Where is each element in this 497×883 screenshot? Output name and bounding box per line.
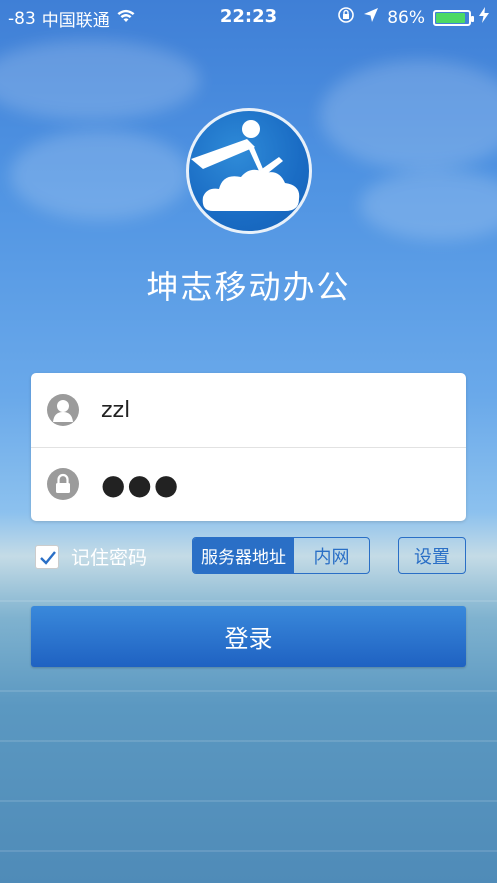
remember-password[interactable]: 记住密码 xyxy=(35,543,147,570)
background-cloud xyxy=(10,130,190,220)
app-title: 坤志移动办公 xyxy=(146,268,351,306)
user-icon xyxy=(47,394,79,426)
app-logo xyxy=(186,108,312,234)
water-ripple xyxy=(0,800,497,802)
battery-percent: 86% xyxy=(387,7,425,28)
username-row[interactable]: zzl xyxy=(31,373,466,448)
charging-bolt-icon xyxy=(479,7,489,28)
login-form: zzl ●●● xyxy=(31,373,466,521)
remember-label: 记住密码 xyxy=(71,547,148,569)
lock-icon xyxy=(47,468,79,500)
logo-figure-icon xyxy=(191,120,300,211)
username-field[interactable]: zzl xyxy=(101,398,130,423)
battery-fill xyxy=(436,12,466,23)
remember-checkbox[interactable] xyxy=(35,544,59,569)
battery-icon xyxy=(433,9,474,26)
background-cloud xyxy=(320,60,497,170)
water-ripple xyxy=(0,690,497,692)
status-bar: -83 中国联通 22:23 86% xyxy=(0,0,497,34)
status-right: 86% xyxy=(337,6,489,29)
server-selector: 服务器地址 内网 xyxy=(192,537,370,574)
login-button[interactable]: 登录 xyxy=(31,606,466,667)
server-address-label: 服务器地址 xyxy=(193,538,294,573)
settings-button[interactable]: 设置 xyxy=(398,537,466,574)
background-cloud xyxy=(0,40,200,120)
water-ripple xyxy=(0,850,497,852)
water-ripple xyxy=(0,600,497,602)
location-arrow-icon xyxy=(363,7,379,28)
password-field[interactable]: ●●● xyxy=(101,468,180,501)
server-mode-button[interactable]: 内网 xyxy=(294,538,369,573)
water-ripple xyxy=(0,740,497,742)
rotation-lock-icon xyxy=(337,6,355,29)
checkmark-icon xyxy=(40,550,56,565)
background-cloud xyxy=(360,170,497,240)
password-row[interactable]: ●●● xyxy=(31,447,466,521)
